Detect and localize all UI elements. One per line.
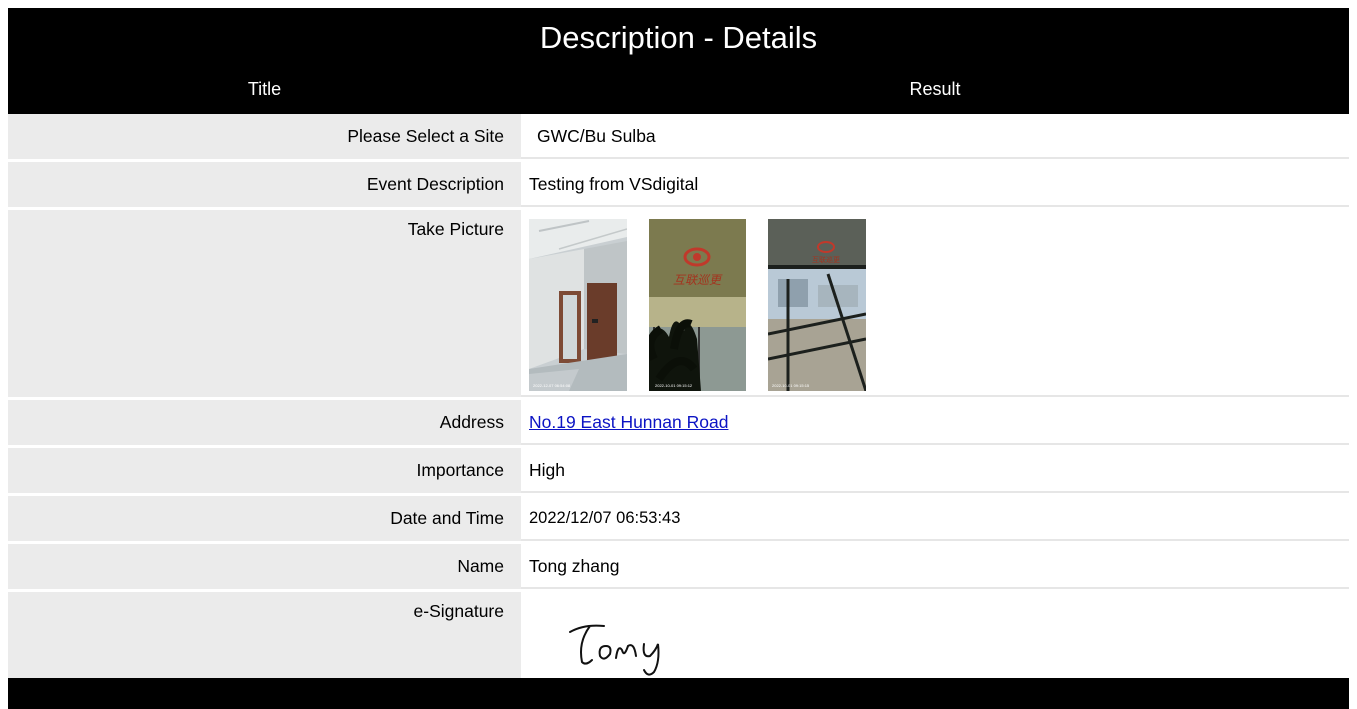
- picture-row: Take Picture 2022-12-07 06:54:08 互联巡更 20…: [8, 210, 1349, 400]
- name-row: Name Tong zhang: [8, 544, 1349, 592]
- photo-3-stamp: 2022-10-01 09:15:15: [772, 383, 810, 388]
- site-label: Please Select a Site: [8, 114, 521, 159]
- datetime-label: Date and Time: [8, 496, 521, 541]
- e-signature-image: [569, 624, 660, 676]
- event-row: Event Description Testing from VSdigital: [8, 162, 1349, 210]
- address-row: Address No.19 East Hunnan Road: [8, 400, 1349, 448]
- datetime-row: Date and Time 2022/12/07 06:53:43: [8, 496, 1349, 544]
- address-link[interactable]: No.19 East Hunnan Road: [529, 412, 728, 432]
- site-row: Please Select a Site GWC/Bu Sulba: [8, 114, 1349, 162]
- column-result-header: Result: [909, 79, 961, 99]
- address-value: No.19 East Hunnan Road: [521, 400, 1349, 445]
- footer-bar: [8, 678, 1349, 709]
- importance-row: Importance High: [8, 448, 1349, 496]
- photo-2-stamp: 2022-10-01 09:15:12: [655, 383, 693, 388]
- photo-1-stamp: 2022-12-07 06:54:08: [533, 383, 571, 388]
- event-value: Testing from VSdigital: [521, 162, 1349, 207]
- photo-2-sign: 互联巡更: [673, 273, 723, 287]
- address-label: Address: [8, 400, 521, 445]
- column-title-header: Title: [247, 79, 282, 99]
- picture-label: Take Picture: [8, 210, 521, 397]
- photo-thumbnail-2[interactable]: 互联巡更 2022-10-01 09:15:12: [649, 219, 746, 391]
- importance-value: High: [521, 448, 1349, 493]
- details-sheet: Description - Details Title Result Pleas…: [8, 8, 1349, 702]
- column-header: Title Result: [8, 64, 1349, 114]
- photo-3-sign: 互联巡更: [812, 255, 840, 264]
- event-label: Event Description: [8, 162, 521, 207]
- datetime-value: 2022/12/07 06:53:43: [521, 496, 1349, 541]
- importance-label: Importance: [8, 448, 521, 493]
- photo-thumbnail-3[interactable]: 互联巡更 2022-10-01 09:15:15: [768, 219, 866, 391]
- page-title: Description - Details: [8, 8, 1349, 64]
- name-value: Tong zhang: [521, 544, 1349, 589]
- photo-thumbnail-1[interactable]: 2022-12-07 06:54:08: [529, 219, 627, 391]
- site-value: GWC/Bu Sulba: [521, 114, 1349, 159]
- photo-thumbnails: 2022-12-07 06:54:08 互联巡更 2022-10-01 09:1…: [529, 210, 1349, 391]
- name-label: Name: [8, 544, 521, 589]
- picture-value: 2022-12-07 06:54:08 互联巡更 2022-10-01 09:1…: [521, 210, 1349, 397]
